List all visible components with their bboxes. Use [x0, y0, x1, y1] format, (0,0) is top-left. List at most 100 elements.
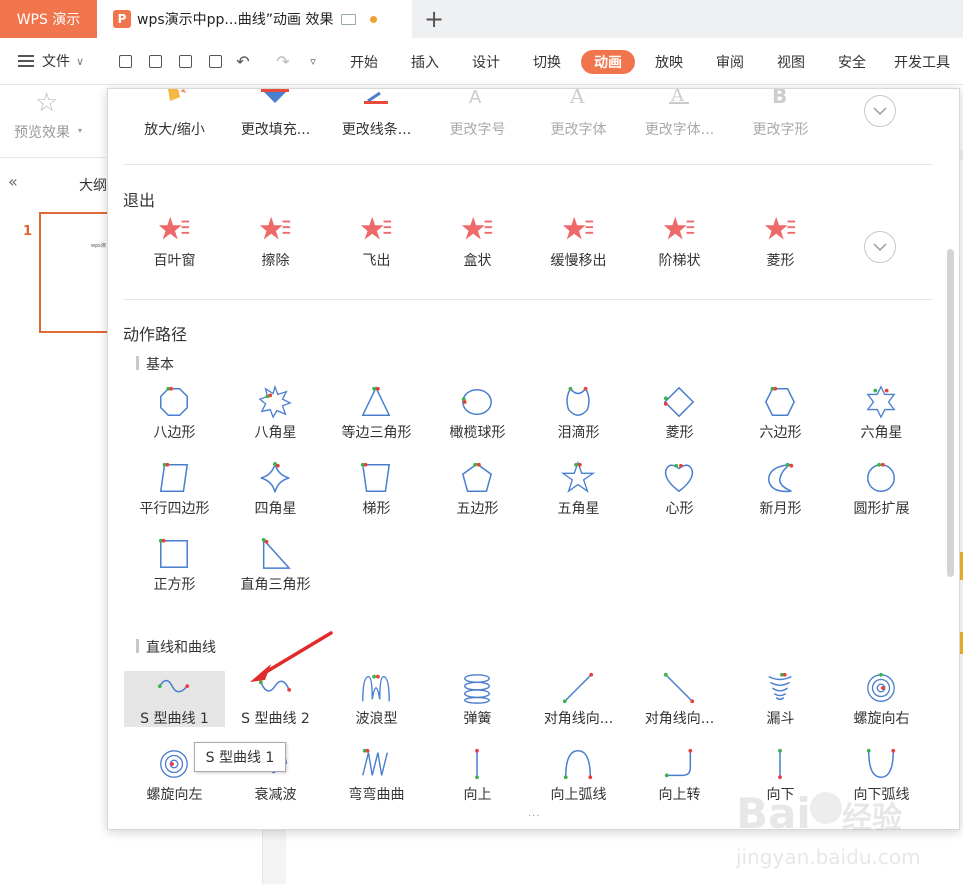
resize-grip[interactable]: ··· — [528, 811, 541, 822]
line-path-item[interactable]: 螺旋向右 — [831, 671, 932, 727]
redo-button[interactable]: ↷ — [272, 50, 294, 72]
motion-path-item[interactable]: 直角三角形 — [225, 537, 326, 593]
tab-animation[interactable]: 动画 — [581, 50, 635, 74]
zigzag-icon — [362, 748, 389, 776]
export-pdf-button[interactable] — [144, 50, 166, 72]
document-tab[interactable]: P wps演示中pp...曲线”动画 效果 — [97, 0, 412, 38]
motion-path-label: 橄榄球形 — [449, 425, 506, 441]
line-path-item[interactable]: 弹簧 — [427, 671, 528, 727]
undo-button[interactable]: ↶ — [232, 50, 254, 72]
motion-path-item[interactable]: 等边三角形 — [326, 385, 427, 441]
line-path-item[interactable]: 漏斗 — [730, 671, 831, 727]
effect-change-font-size[interactable]: A 更改字号 — [427, 89, 528, 145]
line-path-item[interactable]: 弯弯曲曲 — [326, 747, 427, 803]
svg-text:A: A — [469, 89, 482, 108]
motion-path-item[interactable]: 新月形 — [730, 461, 831, 517]
panel-scrollbar[interactable] — [947, 249, 954, 577]
annotation-arrow-icon — [250, 631, 333, 682]
print-preview-button[interactable] — [204, 50, 226, 72]
motion-path-item[interactable]: 五角星 — [528, 461, 629, 517]
effect-change-font-style[interactable]: B 更改字形 — [730, 89, 831, 145]
motion-path-label: 梯形 — [362, 501, 391, 517]
tab-home[interactable]: 开始 — [340, 50, 388, 74]
line-path-item[interactable]: 向上转 — [629, 747, 730, 803]
exit-effect-item[interactable]: 擦除 — [225, 213, 326, 269]
tab-developer[interactable]: 开发工具 — [894, 50, 963, 74]
unsaved-dot-icon — [370, 15, 378, 23]
line-path-item[interactable]: 对角线向... — [629, 671, 730, 727]
effect-change-font[interactable]: A 更改字体 — [528, 89, 629, 145]
motion-path-item[interactable]: 四角星 — [225, 461, 326, 517]
customize-toolbar-button[interactable]: ▿ — [302, 50, 324, 72]
line-effect-icon — [364, 91, 388, 104]
motion-path-label: 菱形 — [665, 425, 694, 441]
tab-view[interactable]: 视图 — [767, 50, 815, 74]
exit-effect-item[interactable]: 盒状 — [427, 213, 528, 269]
motion-path-item[interactable]: 圆形扩展 — [831, 461, 932, 517]
motion-path-item[interactable]: 八边形 — [124, 385, 225, 441]
line-path-item[interactable]: S 型曲线 1 — [124, 671, 225, 727]
save-button[interactable] — [114, 50, 136, 72]
exit-effect-item[interactable]: 百叶窗 — [124, 213, 225, 269]
effect-change-line[interactable]: 更改线条... — [326, 89, 427, 145]
diag2-icon — [663, 672, 695, 704]
motion-path-label: 正方形 — [153, 577, 196, 593]
motion-path-item[interactable]: 正方形 — [124, 537, 225, 593]
motion-path-item[interactable]: 六角星 — [831, 385, 932, 441]
motion-path-item[interactable]: 菱形 — [629, 385, 730, 441]
file-menu-label: 文件 — [42, 54, 70, 70]
fill-effect-icon — [261, 89, 289, 103]
divider — [123, 299, 933, 300]
effect-label: 更改字体... — [644, 122, 715, 138]
tab-transition[interactable]: 切换 — [523, 50, 571, 74]
print-button[interactable] — [174, 50, 196, 72]
baidu-watermark-logo: Bai 经验 jingyan.baidu.com — [735, 789, 921, 869]
motion-path-item[interactable]: 八角星 — [225, 385, 326, 441]
zoom-effect-icon — [168, 89, 186, 101]
section-exit-title: 退出 — [123, 191, 156, 210]
collapse-pane-button[interactable]: « — [8, 172, 18, 191]
new-tab-button[interactable]: + — [424, 5, 444, 33]
outline-tab[interactable]: 大纲 — [79, 175, 107, 195]
motion-path-item[interactable]: 梯形 — [326, 461, 427, 517]
effect-change-fill[interactable]: 更改填充... — [225, 89, 326, 145]
effect-zoom[interactable]: 放大/缩小 — [124, 89, 225, 145]
exit-effect-item[interactable]: 阶梯状 — [629, 213, 730, 269]
font-icon: A — [569, 89, 585, 108]
line-path-item[interactable]: 波浪型 — [326, 671, 427, 727]
motion-path-item[interactable]: 平行四边形 — [124, 461, 225, 517]
exit-effect-item[interactable]: 飞出 — [326, 213, 427, 269]
line-path-item[interactable]: 对角线向... — [528, 671, 629, 727]
star6-icon — [866, 385, 896, 419]
effect-change-font-color[interactable]: A 更改字体... — [629, 89, 730, 145]
slide-thumbnail[interactable]: wps演 — [39, 212, 107, 333]
expand-exit-button[interactable] — [864, 231, 896, 263]
file-menu-button[interactable]: 文件 ∨ — [18, 50, 84, 72]
line-path-item[interactable]: 向上 — [427, 747, 528, 803]
presentation-icon: P — [113, 10, 131, 28]
line-path-item[interactable]: 向上弧线 — [528, 747, 629, 803]
exit-effect-label: 缓慢移出 — [550, 253, 607, 269]
tab-slideshow[interactable]: 放映 — [645, 50, 693, 74]
exit-effect-item[interactable]: 缓慢移出 — [528, 213, 629, 269]
motion-path-item[interactable]: 六边形 — [730, 385, 831, 441]
tab-security[interactable]: 安全 — [828, 50, 876, 74]
line-path-label: S 型曲线 2 — [241, 711, 310, 727]
parallelogram-icon — [159, 462, 189, 492]
preview-effect-button[interactable]: ☆ 预览效果 ▾ — [8, 88, 92, 150]
line-path-label: 螺旋向右 — [853, 711, 910, 727]
motion-path-item[interactable]: 泪滴形 — [528, 385, 629, 441]
line-path-label: 向上弧线 — [550, 787, 607, 803]
tab-review[interactable]: 审阅 — [706, 50, 754, 74]
expand-emphasis-button[interactable] — [864, 95, 896, 127]
motion-path-item[interactable]: 橄榄球形 — [427, 385, 528, 441]
slide-number: 1 — [23, 224, 33, 239]
exit-effect-item[interactable]: 菱形 — [730, 213, 831, 269]
svg-text:A: A — [569, 89, 585, 108]
motion-path-item[interactable]: 五边形 — [427, 461, 528, 517]
app-tab[interactable]: WPS 演示 — [0, 0, 97, 38]
motion-path-item[interactable]: 心形 — [629, 461, 730, 517]
tab-design[interactable]: 设计 — [462, 50, 510, 74]
football-icon — [461, 388, 492, 416]
tab-insert[interactable]: 插入 — [401, 50, 449, 74]
